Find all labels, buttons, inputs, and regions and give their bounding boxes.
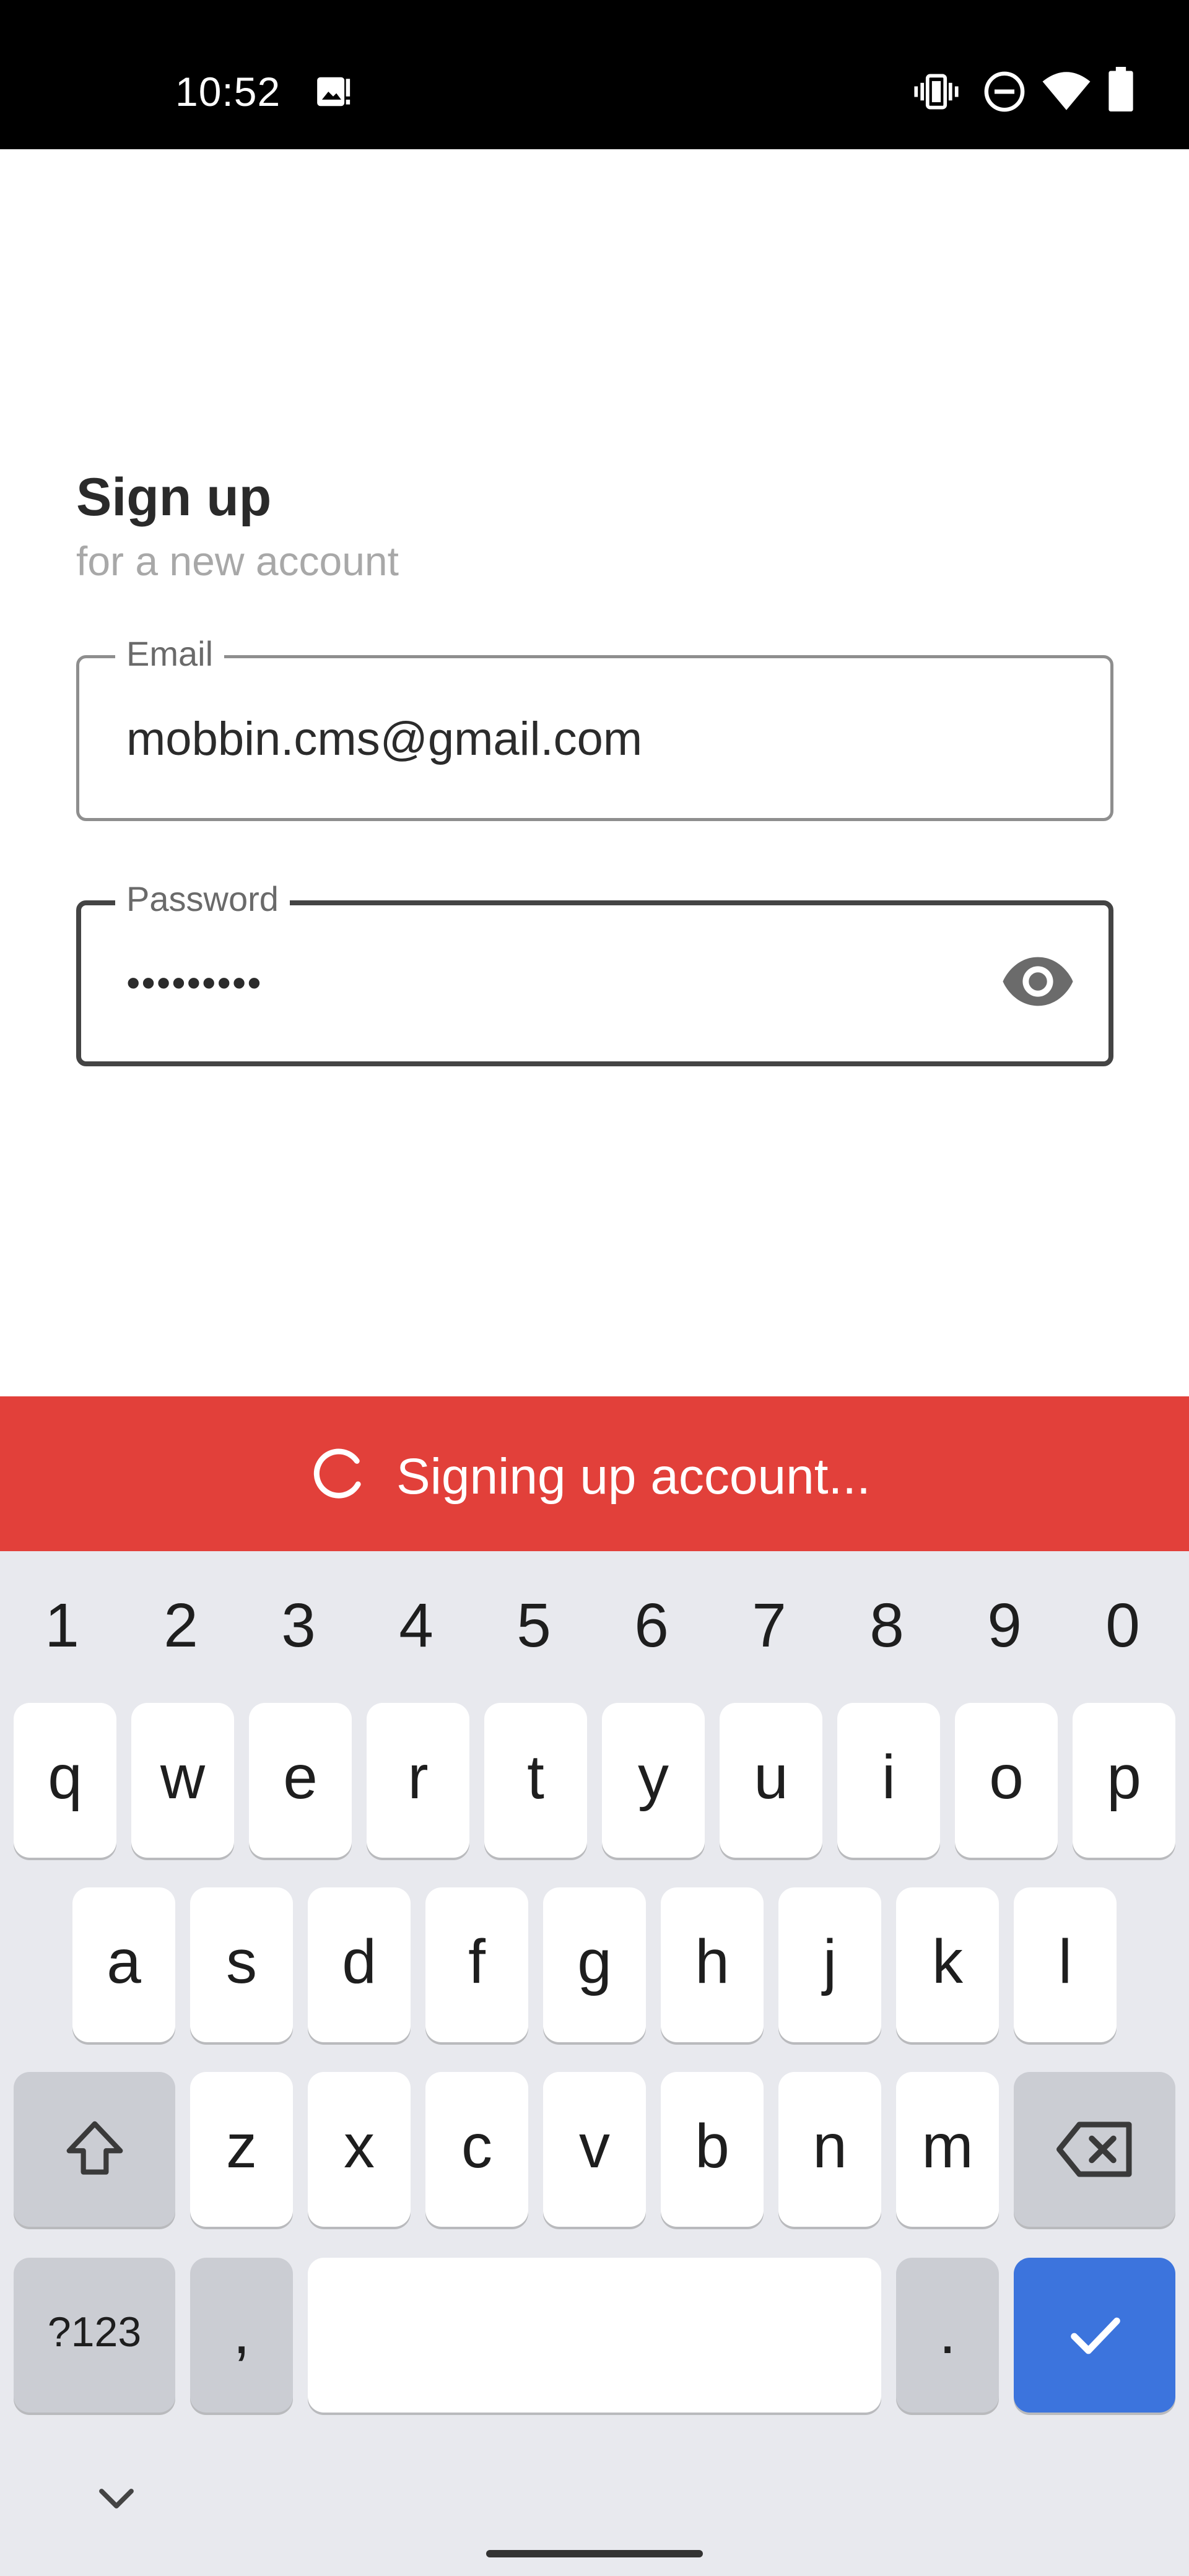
key-r[interactable]: r (367, 1703, 469, 1858)
key-h[interactable]: h (661, 1887, 764, 2042)
key-b[interactable]: b (661, 2072, 764, 2227)
key-j[interactable]: j (778, 1887, 881, 2042)
comma-key[interactable]: , (190, 2258, 293, 2413)
key-v[interactable]: v (543, 2072, 646, 2227)
email-field-label: Email (115, 632, 225, 676)
spinner-icon (313, 1448, 361, 1499)
status-bar: 10:52 (0, 0, 1189, 149)
vibrate-icon (914, 74, 959, 110)
space-key[interactable] (308, 2258, 881, 2413)
key-0[interactable]: 0 (1064, 1588, 1182, 1663)
key-i[interactable]: i (837, 1703, 940, 1858)
backspace-icon (1056, 2121, 1131, 2177)
backspace-key[interactable] (1014, 2072, 1175, 2227)
key-2[interactable]: 2 (122, 1588, 240, 1663)
key-m[interactable]: m (896, 2072, 999, 2227)
email-input[interactable]: mobbin.cms@gmail.com (126, 711, 931, 767)
password-field-label: Password (115, 877, 290, 921)
email-field[interactable]: Email mobbin.cms@gmail.com (76, 632, 1113, 821)
password-field[interactable]: Password ••••••••• (76, 877, 1113, 1066)
page-title: Sign up (76, 468, 272, 527)
key-x[interactable]: x (308, 2072, 411, 2227)
number-row: 1 2 3 4 5 6 7 8 9 0 (0, 1551, 1189, 1694)
key-a[interactable]: a (72, 1887, 175, 2042)
key-l[interactable]: l (1014, 1887, 1117, 2042)
snackbar-text: Signing up account... (396, 1448, 871, 1505)
key-7[interactable]: 7 (710, 1588, 828, 1663)
gesture-nav-handle[interactable] (486, 2550, 703, 2557)
status-time: 10:52 (175, 69, 281, 115)
key-p[interactable]: p (1073, 1703, 1175, 1858)
enter-key[interactable] (1014, 2258, 1175, 2413)
key-y[interactable]: y (602, 1703, 705, 1858)
key-9[interactable]: 9 (946, 1588, 1063, 1663)
key-s[interactable]: s (190, 1887, 293, 2042)
shift-icon (66, 2121, 123, 2175)
key-5[interactable]: 5 (475, 1588, 593, 1663)
password-input[interactable]: ••••••••• (126, 955, 931, 1011)
key-o[interactable]: o (955, 1703, 1058, 1858)
gallery-icon (317, 77, 351, 107)
chevron-down-icon[interactable] (94, 2483, 139, 2514)
check-icon (1070, 2317, 1120, 2354)
battery-icon (1108, 67, 1133, 111)
key-d[interactable]: d (308, 1887, 411, 2042)
key-4[interactable]: 4 (357, 1588, 475, 1663)
do-not-disturb-icon (984, 71, 1025, 112)
key-k[interactable]: k (896, 1887, 999, 2042)
key-6[interactable]: 6 (593, 1588, 710, 1663)
key-q[interactable]: q (14, 1703, 116, 1858)
key-8[interactable]: 8 (828, 1588, 946, 1663)
key-f[interactable]: f (425, 1887, 528, 2042)
key-3[interactable]: 3 (240, 1588, 357, 1663)
key-z[interactable]: z (190, 2072, 293, 2227)
wifi-icon (1042, 72, 1091, 110)
key-e[interactable]: e (249, 1703, 352, 1858)
key-t[interactable]: t (484, 1703, 587, 1858)
snackbar: Signing up account... (0, 1396, 1189, 1551)
key-u[interactable]: u (720, 1703, 822, 1858)
key-g[interactable]: g (543, 1887, 646, 2042)
symbols-key[interactable]: ?123 (14, 2258, 175, 2413)
eye-icon[interactable] (1001, 954, 1074, 1009)
key-w[interactable]: w (131, 1703, 234, 1858)
key-n[interactable]: n (778, 2072, 881, 2227)
key-c[interactable]: c (425, 2072, 528, 2227)
shift-key[interactable] (14, 2072, 175, 2227)
period-key[interactable]: . (896, 2258, 999, 2413)
keyboard: 1 2 3 4 5 6 7 8 9 0 q w e r t y u i o p … (0, 1551, 1189, 2576)
key-1[interactable]: 1 (3, 1588, 121, 1663)
page-subtitle: for a new account (76, 538, 399, 584)
